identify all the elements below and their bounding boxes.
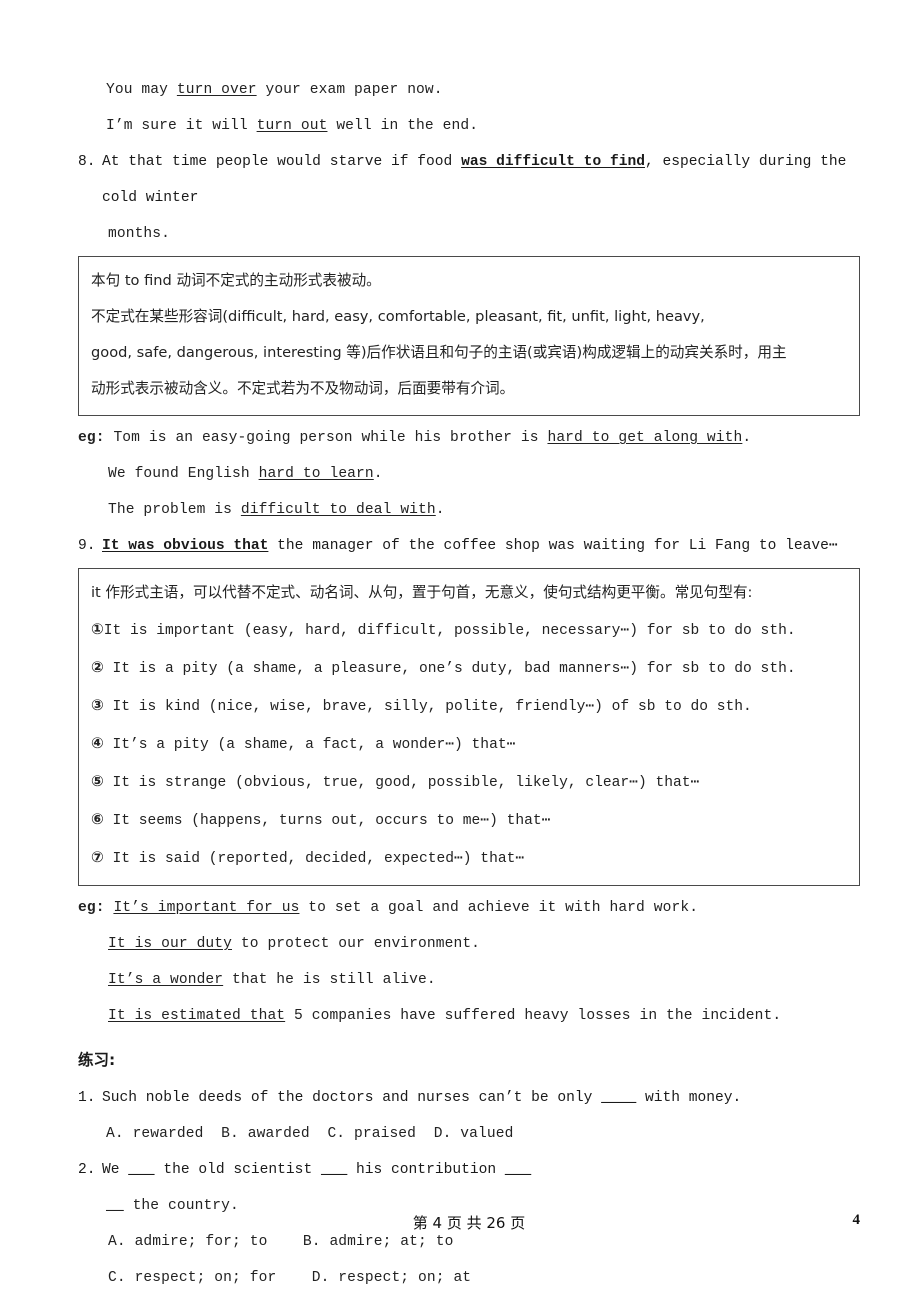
eg-label: eg: <box>78 430 105 446</box>
pattern-marker-1: ① <box>91 620 104 638</box>
pattern-line: ⑥ It seems (happens, turns out, occurs t… <box>91 801 847 839</box>
eg-text-pre: We found English <box>108 466 259 482</box>
exercise-question-1: 1. Such noble deeds of the doctors and nu… <box>78 1080 860 1116</box>
answer-blank[interactable]: ____ <box>601 1090 636 1106</box>
question-stem-part3: his contribution <box>347 1162 505 1178</box>
eg-label: eg: <box>78 900 105 916</box>
explanation-line: 本句 to find 动词不定式的主动形式表被动。 <box>91 272 381 289</box>
answer-blank-3[interactable]: ___ <box>505 1162 531 1178</box>
question-stem-part2: the old scientist <box>154 1162 321 1178</box>
exercise-1-options[interactable]: A. rewarded B. awarded C. praised D. val… <box>78 1116 860 1152</box>
footer-page-indicator: 第 4 页 共 26 页 <box>412 1214 526 1232</box>
eg2-line-1: eg: It’s important for us to set a goal … <box>78 890 860 926</box>
example-text-pre: I’m sure it will <box>106 118 257 134</box>
explanation-line: 不定式在某些形容词(difficult, hard, easy, comfort… <box>91 308 705 325</box>
eg-line-2: We found English hard to learn. <box>78 456 860 492</box>
example-line-turn-over: You may turn over your exam paper now. <box>78 72 860 108</box>
eg-line-1: eg: Tom is an easy-going person while hi… <box>78 420 860 456</box>
eg-text-pre: Tom is an easy-going person while his br… <box>113 430 548 446</box>
pattern-text: It is a pity (a shame, a pleasure, one’s… <box>103 661 796 677</box>
example-underlined-phrase: turn over <box>176 82 257 98</box>
eg-underlined-phrase: hard to get along with <box>547 430 743 446</box>
answer-blank-2[interactable]: ___ <box>321 1162 347 1178</box>
pattern-line: ⑤ It is strange (obvious, true, good, po… <box>91 763 847 801</box>
pattern-line: ② It is a pity (a shame, a pleasure, one… <box>91 649 847 687</box>
pattern-text: It is kind (nice, wise, brave, silly, po… <box>103 699 752 715</box>
pattern-marker-5: ⑤ <box>91 772 104 790</box>
eg-line-3: The problem is difficult to deal with. <box>78 492 860 528</box>
eg-text-post: . <box>373 466 383 482</box>
eg-text-post: 5 companies have suffered heavy losses i… <box>285 1008 782 1024</box>
pattern-marker-4: ④ <box>91 734 104 752</box>
eg-text-pre: The problem is <box>108 502 241 518</box>
example-text-post: your exam paper now. <box>256 82 443 98</box>
eg2-line-2: It is our duty to protect our environmen… <box>78 926 860 962</box>
numbered-item-8: 8. At that time people would starve if fo… <box>78 144 860 216</box>
example-underlined-phrase: turn out <box>256 118 328 134</box>
pattern-line: ⑦ It is said (reported, decided, expecte… <box>91 839 847 877</box>
question-stem-after: with money. <box>636 1090 742 1106</box>
item-key-phrase: was difficult to find <box>461 154 645 170</box>
item-text-after: the manager of the coffee shop was waiti… <box>268 538 838 554</box>
explanation-intro: it 作形式主语，可以代替不定式、动名词、从句，置于句首，无意义，使句式结构更平… <box>91 584 753 601</box>
explanation-line: 动形式表示被动含义。不定式若为不及物动词，后面要带有介词。 <box>91 380 515 397</box>
numbered-item-9: 9. It was obvious that the manager of the… <box>78 528 860 564</box>
explanation-line: good, safe, dangerous, interesting 等)后作状… <box>91 344 787 361</box>
eg-underlined-phrase: hard to learn <box>258 466 374 482</box>
item-8-continuation: months. <box>108 226 171 242</box>
eg2-line-4: It is estimated that 5 companies have su… <box>78 998 860 1034</box>
question-number: 2. <box>78 1162 96 1178</box>
pattern-marker-7: ⑦ <box>91 848 104 866</box>
eg-underlined-phrase: difficult to deal with <box>240 502 436 518</box>
answer-blank-1[interactable]: ___ <box>128 1162 154 1178</box>
item-number: 9. <box>78 538 96 554</box>
pattern-text: It’s a pity (a shame, a fact, a wonder⋯)… <box>103 737 516 753</box>
eg-underlined-phrase: It’s important for us <box>113 900 300 916</box>
eg-text-post: to protect our environment. <box>232 936 481 952</box>
exercises-heading: 练习: <box>78 1051 116 1069</box>
question-stem-part1: We <box>102 1162 129 1178</box>
pattern-text: It is said (reported, decided, expected⋯… <box>103 851 525 867</box>
footer-page-number: 4 <box>852 1212 861 1228</box>
eg-underlined-phrase: It is estimated that <box>108 1008 286 1024</box>
example-line-turn-out: I’m sure it will turn out well in the en… <box>78 108 860 144</box>
pattern-marker-3: ③ <box>91 696 104 714</box>
pattern-text: It is important (easy, hard, difficult, … <box>103 623 796 639</box>
example-text-post: well in the end. <box>327 118 479 134</box>
eg2-line-3: It’s a wonder that he is still alive. <box>78 962 860 998</box>
item-number: 8. <box>78 154 96 170</box>
eg-underlined-phrase: It’s a wonder <box>108 972 224 988</box>
pattern-line: ③ It is kind (nice, wise, brave, silly, … <box>91 687 847 725</box>
pattern-text: It seems (happens, turns out, occurs to … <box>103 813 551 829</box>
eg-underlined-phrase: It is our duty <box>108 936 233 952</box>
exercise-2-options-line-2[interactable]: C. respect; on; for D. respect; on; at <box>78 1260 860 1296</box>
eg-text-post: that he is still alive. <box>223 972 436 988</box>
exercise-question-2: 2. We ___ the old scientist ___ his contr… <box>78 1152 860 1188</box>
pattern-marker-6: ⑥ <box>91 810 104 828</box>
pattern-line: ④ It’s a pity (a shame, a fact, a wonder… <box>91 725 847 763</box>
item-key-phrase: It was obvious that <box>102 538 269 554</box>
explanation-box-formal-subject: it 作形式主语，可以代替不定式、动名词、从句，置于句首，无意义，使句式结构更平… <box>78 568 860 886</box>
example-text-pre: You may <box>106 82 177 98</box>
page-footer: 第 4 页 共 26 页 4 <box>78 1212 860 1236</box>
document-page: You may turn over your exam paper now. I… <box>0 0 920 1302</box>
eg-text-post: . <box>742 430 752 446</box>
question-number: 1. <box>78 1090 96 1106</box>
explanation-box-infinitive: 本句 to find 动词不定式的主动形式表被动。 不定式在某些形容词(diff… <box>78 256 860 416</box>
pattern-line: ①It is important (easy, hard, difficult,… <box>91 611 847 649</box>
eg-text-post: . <box>435 502 445 518</box>
question-stem-before: Such noble deeds of the doctors and nurs… <box>102 1090 602 1106</box>
pattern-marker-2: ② <box>91 658 104 676</box>
item-text-before: At that time people would starve if food <box>102 154 462 170</box>
eg-text-post: to set a goal and achieve it with hard w… <box>299 900 699 916</box>
pattern-text: It is strange (obvious, true, good, poss… <box>103 775 700 791</box>
